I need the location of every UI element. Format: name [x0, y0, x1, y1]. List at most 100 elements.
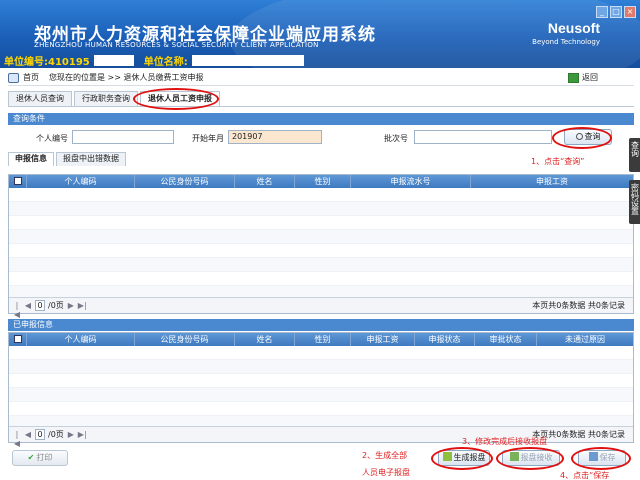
unit-code-label: 单位编号:410195 — [4, 57, 90, 68]
side-tab-password-label: 密码设置 — [630, 183, 640, 215]
table-row — [9, 202, 633, 216]
back-button[interactable]: 返回 — [568, 72, 598, 83]
table-row — [9, 346, 633, 360]
col-id-number[interactable]: 公民身份号码 — [135, 175, 235, 188]
prev-page-icon[interactable]: ◀ — [24, 301, 32, 310]
query-form: 个人编号 开始年月 201907 批次号 查询 — [8, 126, 634, 150]
col-name[interactable]: 姓名 — [235, 333, 295, 346]
tab-divider — [8, 106, 634, 107]
start-month-label: 开始年月 — [192, 134, 224, 143]
batch-no-label: 批次号 — [384, 134, 408, 143]
prev-page-icon[interactable]: ◀ — [24, 430, 32, 439]
batch-no-input[interactable] — [414, 130, 552, 144]
table-row — [9, 188, 633, 202]
unit-name-label: 单位名称: — [143, 57, 188, 68]
table-row — [9, 374, 633, 388]
col-serial-no[interactable]: 申报流水号 — [351, 175, 471, 188]
sub-tabs: 申报信息 报盘中出错数据 — [8, 152, 126, 166]
page-summary: 本页共0条数据 共0条记录 — [532, 430, 625, 439]
report-grid-pager: |◀ ◀ 0 /0页 ▶ ▶| 本页共0条数据 共0条记录 — [9, 297, 633, 319]
maximize-button[interactable]: □ — [610, 6, 622, 18]
page-summary: 本页共0条数据 共0条记录 — [532, 301, 625, 310]
print-button-label: 打印 — [36, 453, 53, 462]
page-input[interactable]: 0 — [35, 429, 45, 440]
tab-error-data[interactable]: 报盘中出错数据 — [56, 152, 126, 166]
report-grid-header: 个人编码 公民身份号码 姓名 性别 申报流水号 申报工资 — [9, 175, 633, 188]
col-report-status[interactable]: 申报状态 — [415, 333, 475, 346]
last-page-icon[interactable]: ▶| — [78, 430, 87, 439]
table-row — [9, 258, 633, 272]
table-row — [9, 360, 633, 374]
annotation-step2-line1: 2、生成全部 — [362, 451, 408, 460]
next-page-icon[interactable]: ▶ — [67, 301, 75, 310]
highlight-ring-tab — [133, 88, 219, 110]
minimize-button[interactable]: _ — [596, 6, 608, 18]
brand-name: Neusoft — [547, 20, 600, 36]
page-total: /0页 — [48, 430, 64, 439]
page-total: /0页 — [48, 301, 64, 310]
col-gender[interactable]: 性别 — [295, 175, 351, 188]
window-controls: _ □ × — [596, 6, 636, 18]
highlight-ring-receive — [496, 447, 564, 470]
breadcrumb-home[interactable]: 首页 — [23, 72, 39, 83]
breadcrumb: 首页 您现在的位置是 >> 退休人员缴费工资申报 返回 — [8, 70, 634, 86]
first-page-icon[interactable]: |◀ — [13, 301, 21, 319]
annotation-step4: 4、点击“保存 — [560, 471, 610, 480]
side-tab-query[interactable]: 查询 — [629, 138, 640, 172]
print-button[interactable]: ✔ 打印 — [12, 450, 68, 466]
annotation-step3: 3、修改完成后接收报盘 — [462, 437, 548, 446]
person-id-label: 个人编号 — [36, 134, 68, 143]
breadcrumb-location: 您现在的位置是 >> 退休人员缴费工资申报 — [49, 73, 204, 82]
home-icon[interactable] — [8, 72, 19, 83]
table-row — [9, 244, 633, 258]
back-icon — [568, 72, 579, 83]
table-row — [9, 272, 633, 286]
brand-logo: Neusoft Beyond Technology — [532, 20, 600, 46]
col-person-code[interactable]: 个人编码 — [27, 175, 135, 188]
unit-name-value — [191, 55, 304, 66]
table-row — [9, 388, 633, 402]
next-page-icon[interactable]: ▶ — [67, 430, 75, 439]
annotation-step1: 1、点击“查询” — [531, 157, 585, 166]
highlight-ring-save — [571, 447, 631, 470]
check-icon: ✔ — [27, 453, 35, 462]
col-approval-status[interactable]: 审批状态 — [475, 333, 537, 346]
side-tab-password[interactable]: 密码设置 — [629, 180, 640, 224]
tab-position-query[interactable]: 行政职务查询 — [74, 91, 138, 107]
start-month-input[interactable]: 201907 — [228, 130, 322, 144]
select-all-checkbox[interactable] — [9, 175, 27, 188]
col-name[interactable]: 姓名 — [235, 175, 295, 188]
tab-retiree-query[interactable]: 退休人员查询 — [8, 91, 72, 107]
col-gender[interactable]: 性别 — [295, 333, 351, 346]
unit-info: 单位编号:410195 单位名称: — [4, 54, 304, 68]
brand-tagline: Beyond Technology — [532, 38, 600, 46]
app-subtitle: ZHENGZHOU HUMAN RESOURCES & SOCIAL SECUR… — [34, 41, 319, 49]
report-grid-body — [9, 188, 633, 300]
back-label: 返回 — [582, 73, 598, 82]
table-row — [9, 230, 633, 244]
person-id-input[interactable] — [72, 130, 174, 144]
col-salary[interactable]: 申报工资 — [351, 333, 415, 346]
table-row — [9, 216, 633, 230]
highlight-ring-generate — [431, 447, 493, 470]
col-reject-reason[interactable]: 未通过原因 — [537, 333, 633, 346]
reported-select-all-checkbox[interactable] — [9, 333, 27, 346]
tab-report-info[interactable]: 申报信息 — [8, 152, 54, 166]
reported-grid: 个人编码 公民身份号码 姓名 性别 申报工资 申报状态 审批状态 未通过原因 |… — [8, 332, 634, 448]
col-id-number[interactable]: 公民身份号码 — [135, 333, 235, 346]
report-grid: 个人编码 公民身份号码 姓名 性别 申报流水号 申报工资 |◀ ◀ 0 /0页 … — [8, 174, 634, 319]
unit-code-value — [93, 55, 134, 66]
side-tab-query-label: 查询 — [630, 141, 640, 157]
page-input[interactable]: 0 — [35, 300, 45, 311]
table-row — [9, 402, 633, 416]
col-salary[interactable]: 申报工资 — [471, 175, 633, 188]
col-person-code[interactable]: 个人编码 — [27, 333, 135, 346]
reported-grid-body — [9, 346, 633, 430]
last-page-icon[interactable]: ▶| — [78, 301, 87, 310]
title-bar: 郑州市人力资源和社会保障企业端应用系统 ZHENGZHOU HUMAN RESO… — [0, 0, 640, 68]
query-section-header: 查询条件 — [8, 113, 634, 125]
annotation-step2-line2: 人员电子报盘 — [362, 468, 410, 477]
close-button[interactable]: × — [624, 6, 636, 18]
reported-grid-header: 个人编码 公民身份号码 姓名 性别 申报工资 申报状态 审批状态 未通过原因 — [9, 333, 633, 346]
first-page-icon[interactable]: |◀ — [13, 430, 21, 448]
